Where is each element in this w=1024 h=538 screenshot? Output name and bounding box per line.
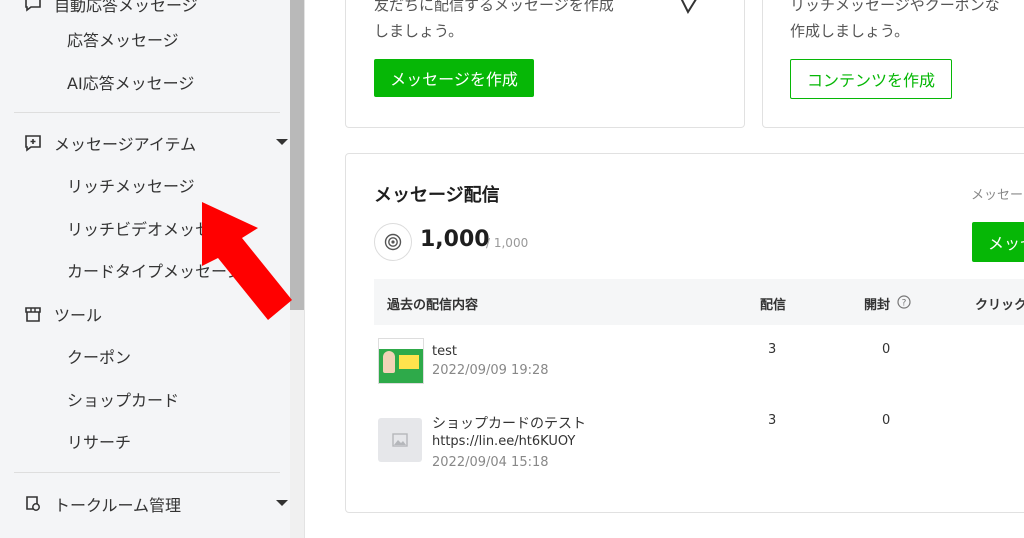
sidebar-item-label: AI応答メッセージ (67, 74, 195, 93)
sidebar-item-message-items[interactable]: メッセージアイテム (0, 125, 290, 161)
message-date: 2022/09/09 19:28 (432, 363, 549, 378)
cursor-icon (680, 0, 697, 15)
sidebar-item-ai-response[interactable]: AI応答メッセージ (0, 64, 290, 100)
broadcast-icon (374, 223, 412, 261)
sidebar-item-shop-card[interactable]: ショップカード (0, 381, 290, 417)
message-date: 2022/09/04 15:18 (432, 455, 549, 470)
svg-text:?: ? (902, 299, 907, 309)
column-header: クリック (975, 298, 1024, 313)
sidebar-item-research[interactable]: リサーチ (0, 423, 290, 459)
sidebar-item-label: トークルーム管理 (54, 496, 182, 515)
opened-count: 0 (882, 413, 891, 428)
message-count: 1,000 (420, 227, 490, 252)
opened-count: 0 (882, 342, 891, 357)
store-icon (22, 303, 44, 325)
sidebar-item-coupon[interactable]: クーポン (0, 338, 290, 374)
send-message-button[interactable]: メッセ (972, 222, 1024, 262)
sidebar-divider (14, 472, 280, 473)
chevron-down-icon (276, 139, 288, 145)
card-description: リッチメッセージやクーポンな 作成しましょう。 (790, 0, 1000, 40)
sidebar-item-label: リッチメッセージ (67, 177, 195, 196)
create-content-button[interactable]: コンテンツを作成 (790, 59, 952, 99)
sidebar-item-auto-response[interactable]: 自動応答メッセージ (0, 0, 290, 22)
sidebar-item-label: メッセージアイテム (54, 135, 197, 154)
chat-icon (22, 0, 44, 15)
sidebar-item-label: 自動応答メッセージ (54, 0, 198, 15)
sent-count: 3 (768, 413, 777, 428)
sidebar-item-rich-message[interactable]: リッチメッセージ (0, 167, 290, 203)
message-add-icon (22, 132, 44, 154)
sidebar-item-label: ツール (54, 306, 103, 325)
sidebar-item-label: クーポン (67, 348, 132, 367)
chat-settings-icon (22, 493, 44, 515)
column-header: 配信 (760, 298, 787, 313)
sidebar-divider (14, 112, 280, 113)
red-arrow-annotation (202, 202, 292, 320)
column-header: 過去の配信内容 (387, 298, 479, 313)
message-title[interactable]: test (432, 344, 457, 359)
message-limit: / 1,000 (486, 236, 529, 250)
divider (304, 0, 305, 538)
help-icon[interactable]: ? (897, 295, 911, 309)
sidebar-item-chat-room[interactable]: トークルーム管理 (0, 486, 290, 522)
message-title[interactable]: ショップカードのテスト (432, 413, 586, 433)
message-url[interactable]: https://lin.ee/ht6KUOY (432, 434, 575, 449)
delivery-link[interactable]: メッセー (971, 184, 1023, 203)
sidebar-item-label: ショップカード (67, 391, 180, 410)
sidebar-item-response-message[interactable]: 応答メッセージ (0, 21, 290, 57)
message-thumbnail[interactable] (378, 338, 424, 384)
sidebar-item-label: 応答メッセージ (67, 31, 179, 50)
delivery-title: メッセージ配信 (374, 185, 500, 206)
column-header: 開封 (864, 298, 891, 313)
sidebar-item-label: リサーチ (67, 433, 132, 452)
sent-count: 3 (768, 342, 777, 357)
image-placeholder-icon[interactable] (378, 418, 422, 462)
chevron-down-icon (276, 500, 288, 506)
card-description: 友だちに配信するメッセージを作成 しましょう。 (374, 0, 614, 40)
create-message-button[interactable]: メッセージを作成 (374, 59, 534, 97)
